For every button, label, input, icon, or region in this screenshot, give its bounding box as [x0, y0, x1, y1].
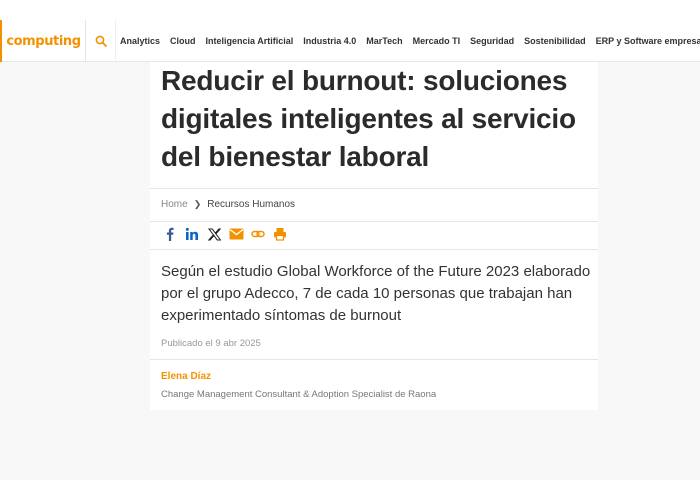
author-role: Change Management Consultant & Adoption …	[161, 389, 437, 400]
main-nav: Analytics Cloud Inteligencia Artificial …	[120, 20, 700, 62]
breadcrumb-section[interactable]: Recursos Humanos	[207, 199, 295, 210]
divider	[150, 249, 598, 250]
chevron-right-icon: ❯	[193, 199, 202, 209]
site-header: computing Analytics Cloud Inteligencia A…	[0, 0, 700, 62]
divider	[150, 188, 598, 189]
search-button[interactable]	[86, 20, 116, 62]
breadcrumb: Home ❯ Recursos Humanos	[161, 199, 295, 210]
nav-item-martech[interactable]: MarTech	[366, 36, 402, 46]
nav-item-industria-4[interactable]: Industria 4.0	[303, 36, 356, 46]
nav-item-sostenibilidad[interactable]: Sostenibilidad	[524, 36, 586, 46]
x-icon[interactable]	[206, 226, 222, 242]
article-lead: Según el estudio Global Workforce of the…	[161, 263, 591, 324]
email-icon[interactable]	[228, 226, 244, 242]
nav-item-erp[interactable]: ERP y Software empresarial	[596, 36, 700, 46]
divider	[150, 359, 598, 360]
breadcrumb-home[interactable]: Home	[161, 199, 188, 210]
article-card: Reducir el burnout: soluciones digitales…	[150, 62, 598, 410]
print-icon[interactable]	[272, 226, 288, 242]
nav-item-mercado-ti[interactable]: Mercado TI	[413, 36, 461, 46]
published-date: Publicado el 9 abr 2025	[161, 338, 261, 349]
nav-item-seguridad[interactable]: Seguridad	[470, 36, 514, 46]
facebook-icon[interactable]	[162, 226, 178, 242]
site-logo: computing	[6, 33, 81, 49]
nav-item-inteligencia-artificial[interactable]: Inteligencia Artificial	[206, 36, 294, 46]
nav-item-cloud[interactable]: Cloud	[170, 36, 196, 46]
divider	[150, 221, 598, 222]
search-icon	[95, 35, 107, 47]
article-title: Reducir el burnout: soluciones digitales…	[161, 65, 576, 172]
author-name[interactable]: Elena Díaz	[161, 371, 211, 382]
share-bar	[162, 226, 294, 242]
nav-item-analytics[interactable]: Analytics	[120, 36, 160, 46]
link-icon[interactable]	[250, 226, 266, 242]
linkedin-icon[interactable]	[184, 226, 200, 242]
logo-link[interactable]: computing	[0, 20, 86, 62]
